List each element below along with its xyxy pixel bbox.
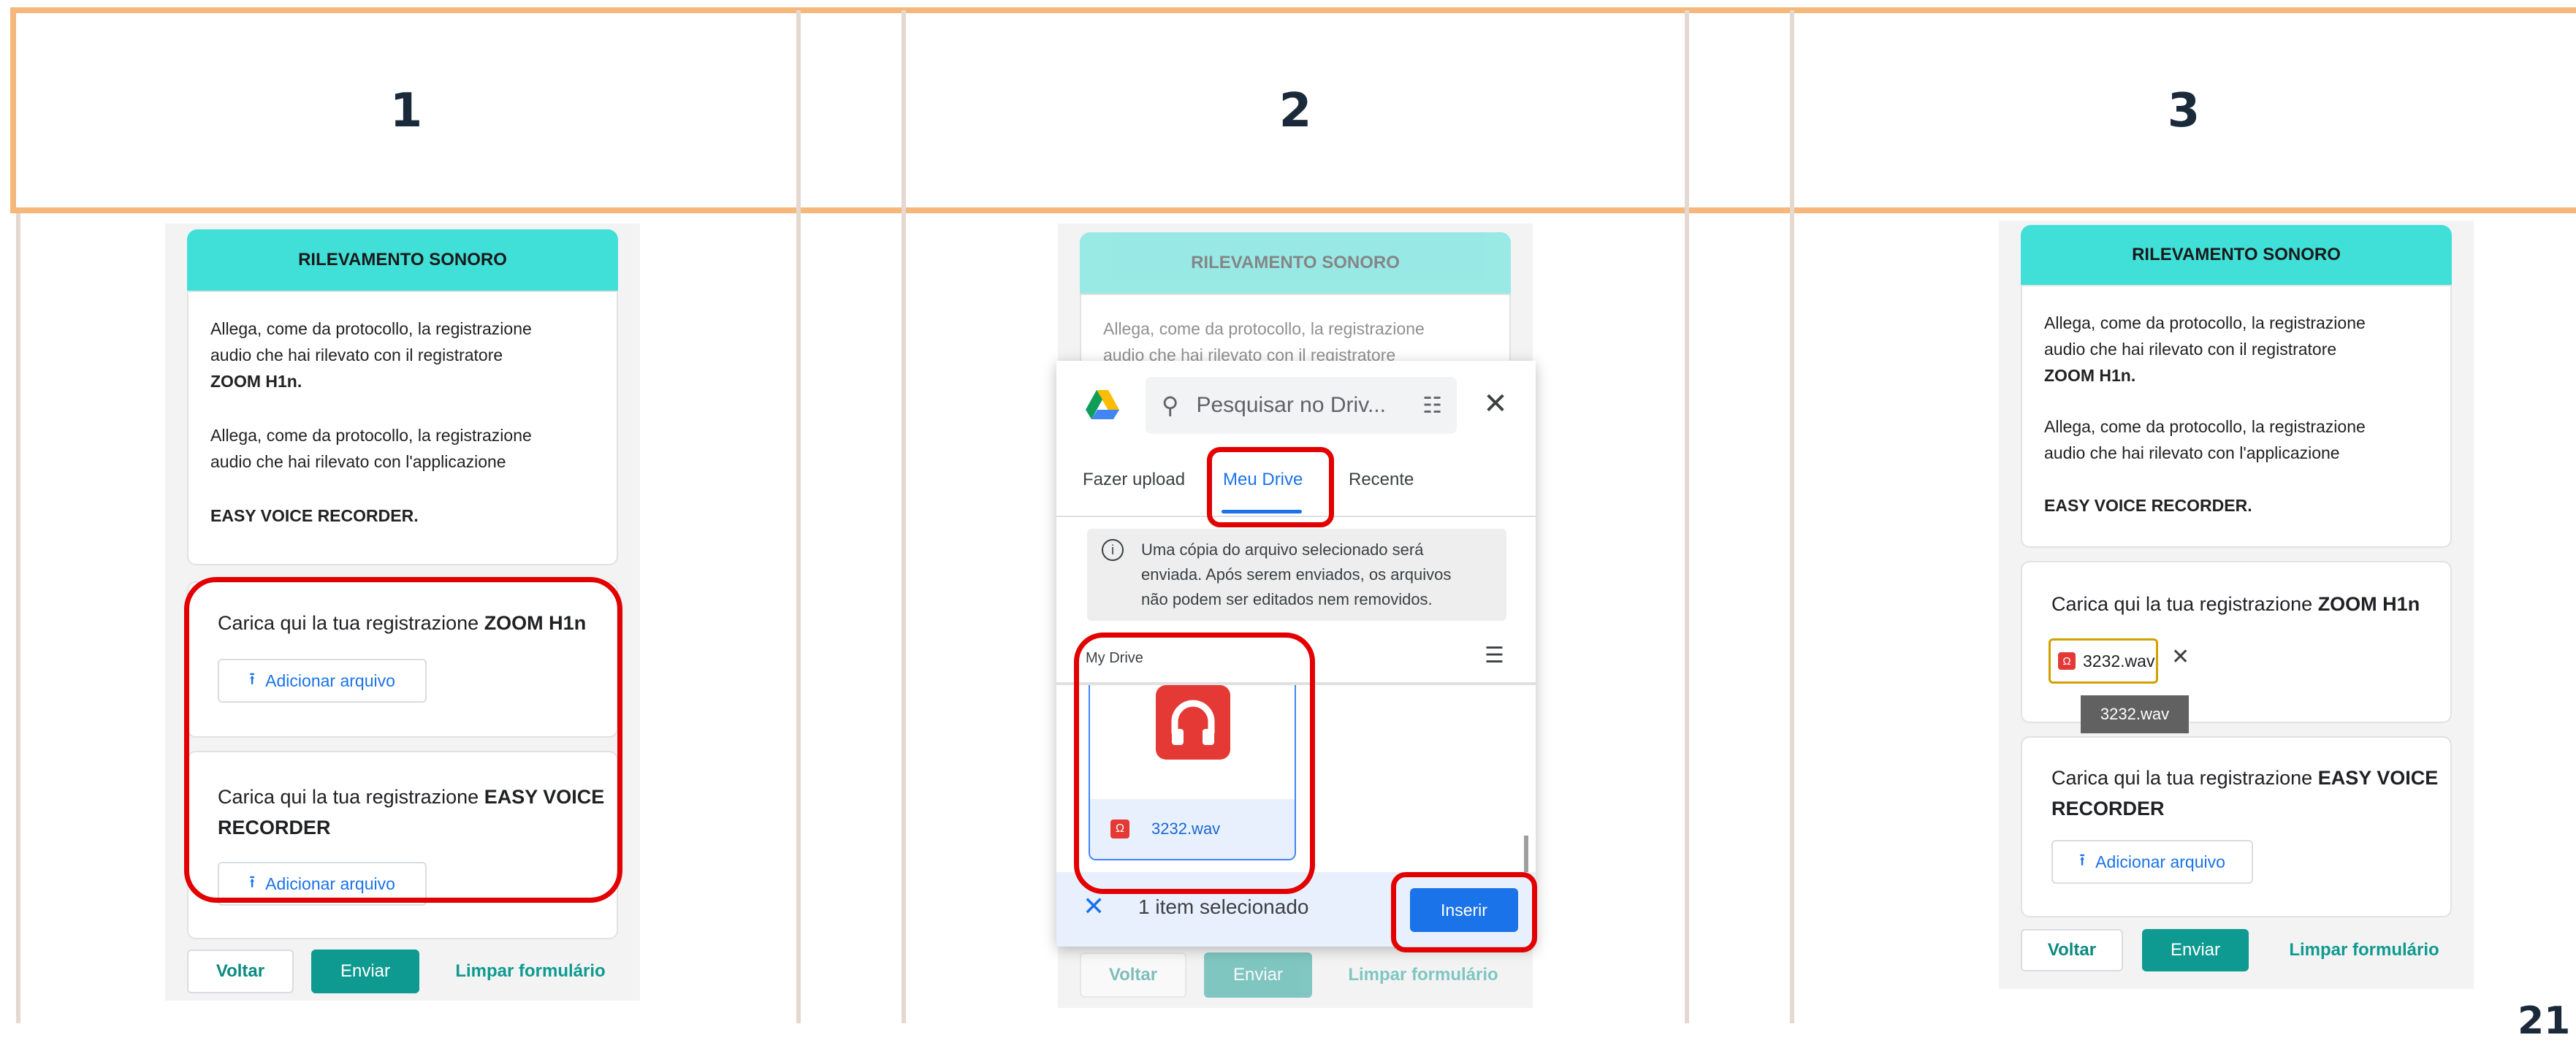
scrollbar[interactable] bbox=[1524, 836, 1528, 872]
clear-form-link[interactable]: Limpar formulário bbox=[443, 950, 618, 993]
intro-text-zoom: Allega, come da protocollo, la registraz… bbox=[2044, 313, 2366, 385]
column-divider bbox=[796, 10, 801, 1023]
intro-text-zoom: Allega, come da protocollo, la registraz… bbox=[210, 319, 532, 391]
tab-recent[interactable]: Recente bbox=[1349, 463, 1414, 497]
remove-file-icon[interactable]: ✕ bbox=[2171, 644, 2190, 670]
step-number: 3 bbox=[2167, 84, 2200, 138]
column-divider bbox=[16, 213, 20, 1023]
page-number: 21 bbox=[2518, 999, 2571, 1043]
tab-upload[interactable]: Fazer upload bbox=[1083, 463, 1185, 497]
filter-options-icon[interactable]: ☷ bbox=[1422, 393, 1442, 419]
banner-title: RILEVAMENTO SONORO bbox=[1191, 253, 1400, 272]
highlight-insert-button bbox=[1391, 872, 1537, 952]
section-banner: RILEVAMENTO SONORO bbox=[1080, 232, 1511, 294]
clear-form-link[interactable]: Limpar formulário bbox=[1335, 952, 1511, 998]
intro-text-easy: Allega, come da protocollo, la registraz… bbox=[210, 426, 532, 525]
upload-label-zoom: Carica qui la tua registrazione ZOOM H1n bbox=[2051, 593, 2420, 615]
intro-text-easy: Allega, come da protocollo, la registraz… bbox=[2044, 417, 2366, 515]
selection-status: 1 item selecionado bbox=[1138, 895, 1309, 918]
submit-button[interactable]: Enviar bbox=[311, 950, 419, 993]
frame-left bbox=[10, 7, 16, 213]
upload-label-easy: Carica qui la tua registrazione EASY VOI… bbox=[2051, 767, 2439, 820]
highlight-upload-fields bbox=[184, 577, 622, 903]
add-file-button[interactable]: ⭱ Adicionar arquivo bbox=[2051, 840, 2253, 884]
step-number: 2 bbox=[1279, 84, 1312, 138]
clear-selection-icon[interactable]: ✕ bbox=[1083, 891, 1105, 922]
audio-file-small-icon: Ω bbox=[2058, 652, 2076, 670]
attached-file-name: 3232.wav bbox=[2083, 651, 2155, 670]
step-number: 1 bbox=[389, 84, 423, 138]
clear-form-link[interactable]: Limpar formulário bbox=[2276, 929, 2452, 971]
google-drive-logo-icon bbox=[1086, 390, 1119, 419]
highlight-my-drive-tab bbox=[1207, 447, 1334, 527]
intro-card: Allega, come da protocollo, la registraz… bbox=[2021, 285, 2452, 548]
back-button[interactable]: Voltar bbox=[2021, 929, 2123, 971]
banner-title: RILEVAMENTO SONORO bbox=[298, 250, 507, 270]
section-banner: RILEVAMENTO SONORO bbox=[187, 229, 618, 291]
search-placeholder: Pesquisar no Driv... bbox=[1196, 393, 1386, 417]
highlight-selected-file bbox=[1074, 633, 1315, 894]
list-view-icon[interactable]: ☰ bbox=[1485, 643, 1504, 668]
close-icon[interactable]: ✕ bbox=[1479, 387, 1512, 421]
search-icon: ⚲ bbox=[1162, 392, 1179, 419]
section-banner: RILEVAMENTO SONORO bbox=[2021, 225, 2452, 285]
submit-button[interactable]: Enviar bbox=[2142, 929, 2249, 971]
attached-file-chip[interactable]: Ω 3232.wav bbox=[2049, 638, 2158, 684]
copy-info-notice: i Uma cópia do arquivo selecionado será … bbox=[1087, 529, 1506, 621]
drive-search-field[interactable]: ⚲ Pesquisar no Driv... ☷ bbox=[1146, 377, 1457, 434]
intro-card: Allega, come da protocollo, la registraz… bbox=[187, 291, 618, 565]
back-button[interactable]: Voltar bbox=[187, 950, 294, 993]
column-divider bbox=[1685, 10, 1689, 1023]
upload-card-easy: Carica qui la tua registrazione EASY VOI… bbox=[2021, 736, 2452, 917]
file-name-tooltip: 3232.wav bbox=[2081, 695, 2189, 733]
info-icon: i bbox=[1102, 539, 1124, 561]
banner-title: RILEVAMENTO SONORO bbox=[2132, 245, 2341, 264]
upload-icon: ⭱ bbox=[2079, 849, 2086, 869]
form-panel-step-3: RILEVAMENTO SONORO Allega, come da proto… bbox=[1999, 221, 2474, 989]
submit-button[interactable]: Enviar bbox=[1204, 952, 1312, 998]
back-button[interactable]: Voltar bbox=[1080, 952, 1186, 998]
